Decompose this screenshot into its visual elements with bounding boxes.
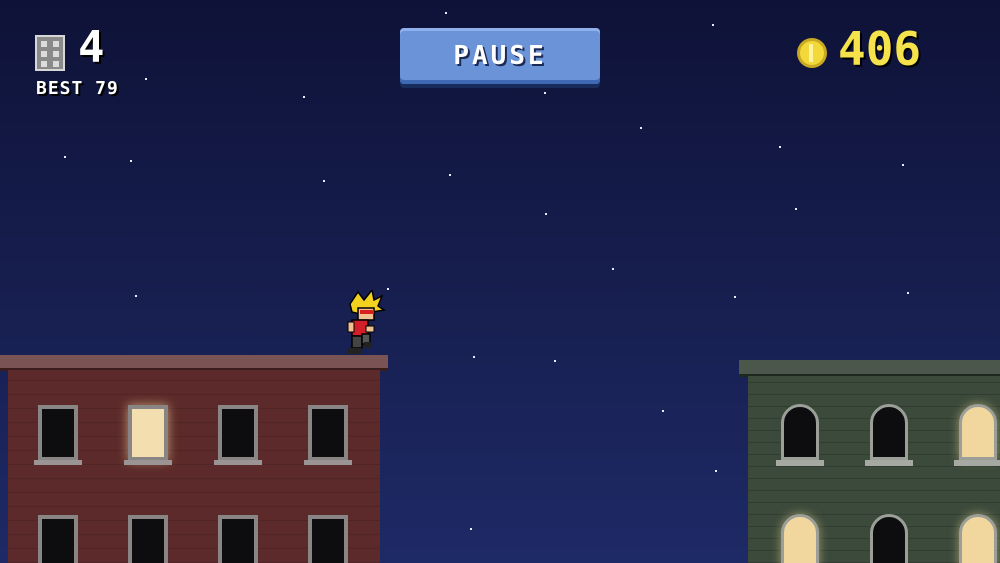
lit-arched-window xyxy=(959,514,997,563)
star xyxy=(473,356,475,358)
floor-count: 4 xyxy=(78,22,105,73)
star xyxy=(795,208,797,210)
building-window xyxy=(304,405,352,465)
star xyxy=(544,92,546,94)
lit-arched-window xyxy=(954,404,1000,466)
star xyxy=(554,360,556,362)
game-scene: 4 BEST 79 PAUSE 406 xyxy=(0,0,1000,563)
right-building-roof xyxy=(739,360,1000,377)
star xyxy=(907,292,909,294)
left-building xyxy=(8,370,380,563)
star xyxy=(64,156,66,158)
star xyxy=(303,96,305,98)
star xyxy=(715,470,717,472)
star xyxy=(135,295,137,297)
star xyxy=(387,288,389,290)
lit-arched-window xyxy=(781,514,819,563)
building-window xyxy=(38,515,78,563)
arched-window xyxy=(870,514,908,563)
arched-window xyxy=(865,404,913,466)
star xyxy=(323,180,325,182)
star xyxy=(612,268,614,270)
star xyxy=(640,127,642,129)
coin-icon xyxy=(797,38,827,68)
star xyxy=(734,296,736,298)
star xyxy=(449,174,451,176)
building-window xyxy=(308,515,348,563)
runner-character xyxy=(347,290,386,354)
star xyxy=(470,528,472,530)
lit-building-window xyxy=(124,405,172,465)
building-window xyxy=(214,405,262,465)
star xyxy=(130,160,132,162)
star xyxy=(662,410,664,412)
star xyxy=(712,24,714,26)
star xyxy=(145,78,147,80)
pause-button[interactable]: PAUSE xyxy=(400,28,600,84)
left-building-roof xyxy=(0,355,388,371)
star xyxy=(545,213,547,215)
best-score: BEST 79 xyxy=(36,78,119,99)
building-window xyxy=(128,515,168,563)
building-icon xyxy=(35,35,65,71)
building-window xyxy=(34,405,82,465)
star xyxy=(445,12,447,14)
star xyxy=(902,164,904,166)
right-building xyxy=(748,376,1000,563)
star xyxy=(779,146,781,148)
coin-count: 406 xyxy=(838,22,922,76)
arched-window xyxy=(776,404,824,466)
building-window xyxy=(218,515,258,563)
